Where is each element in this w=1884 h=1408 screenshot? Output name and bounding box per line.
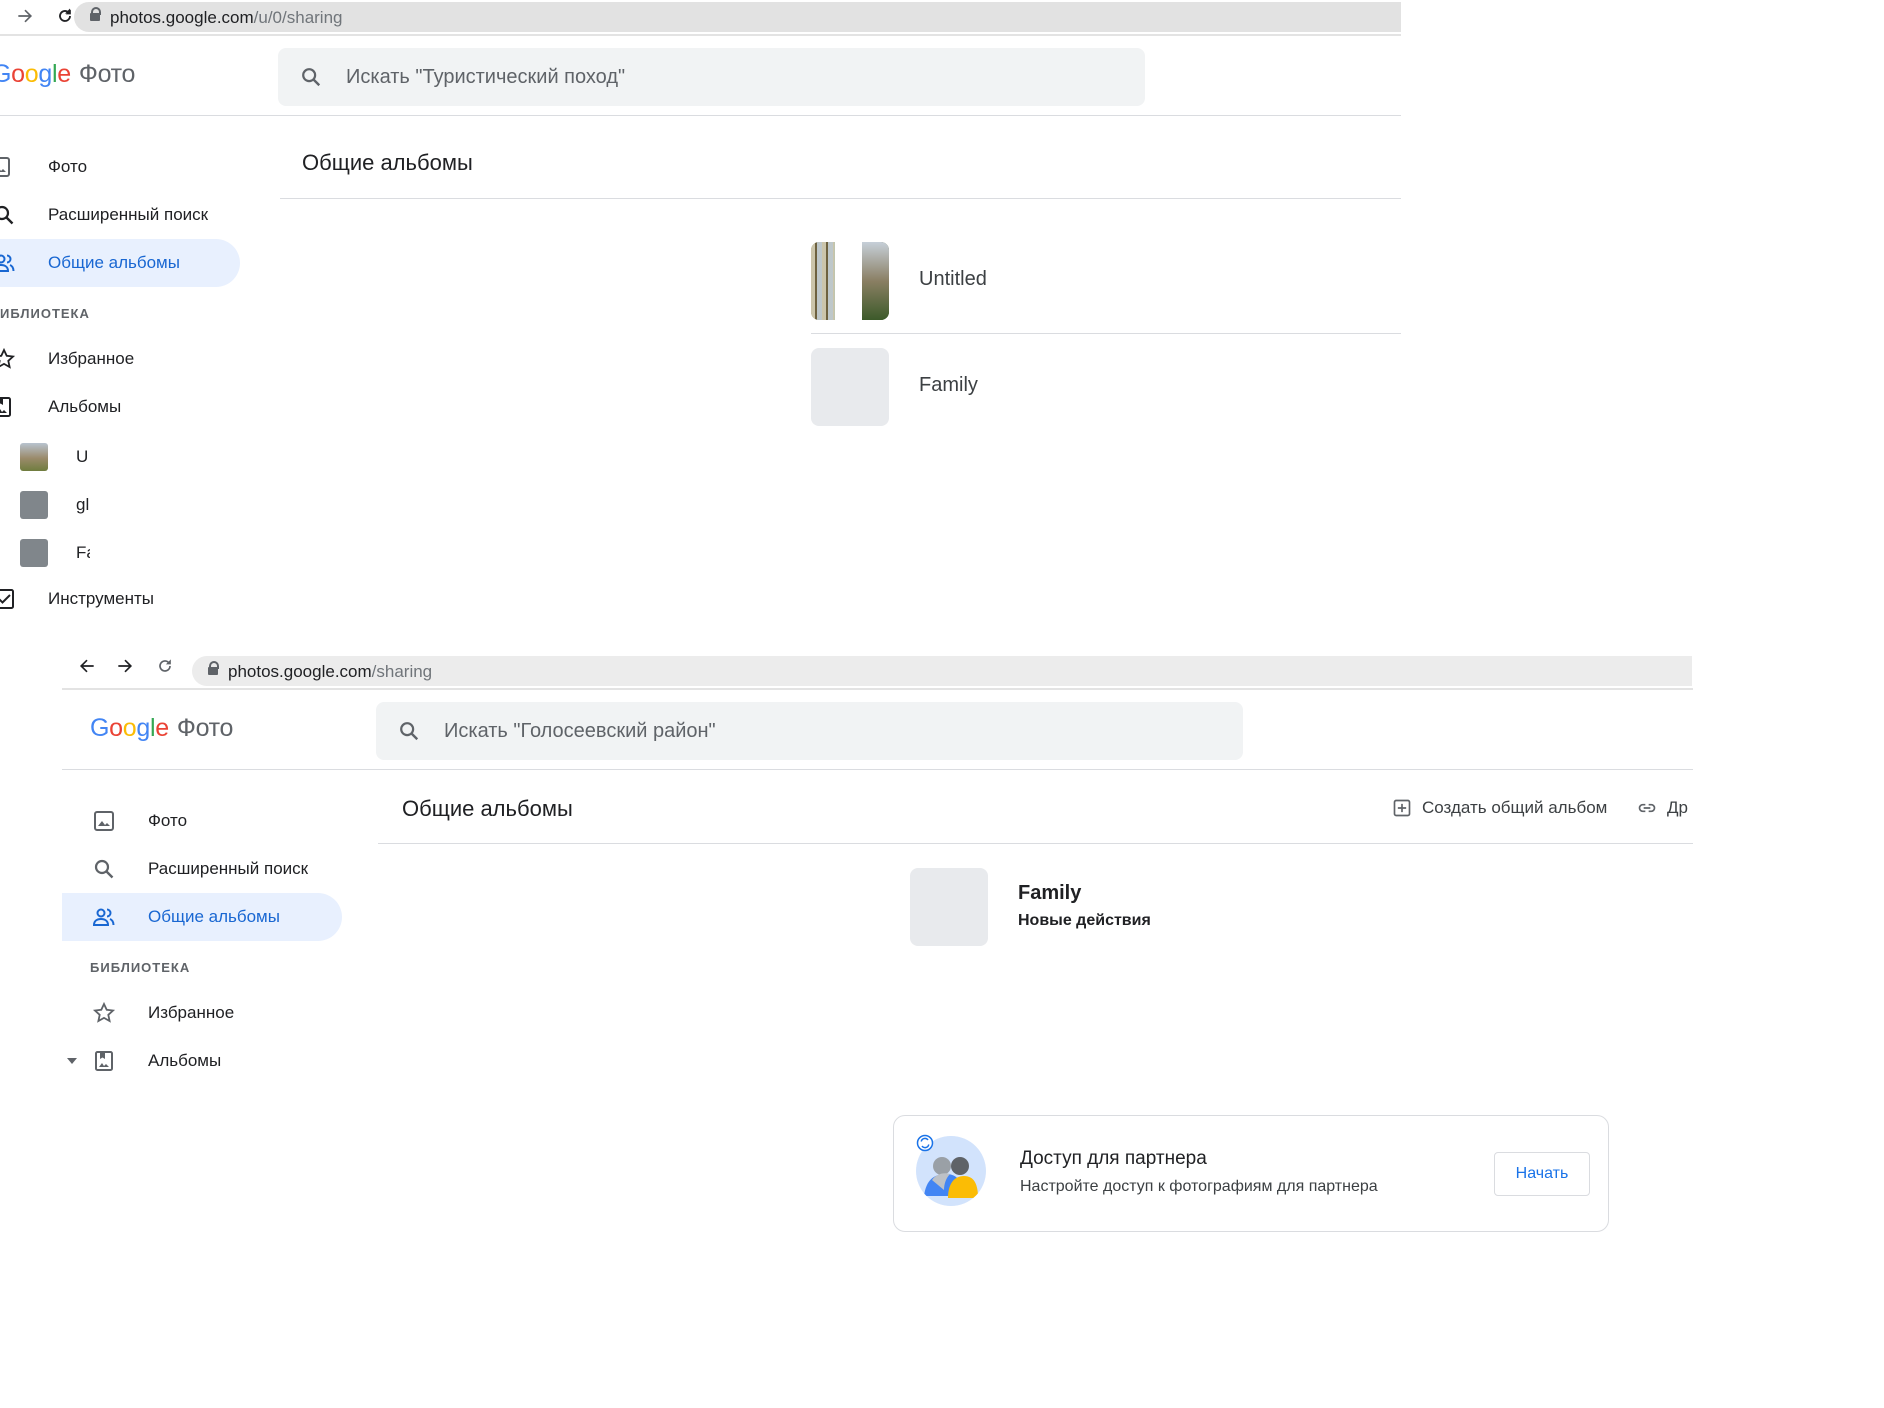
divider [378,843,1693,844]
search-input[interactable] [444,702,1144,760]
create-shared-album-button[interactable]: Создать общий альбом [1392,798,1607,818]
action-label: Др [1667,798,1688,817]
album-icon [0,397,11,417]
search-icon [94,859,114,879]
album-thumbnail [910,868,988,946]
browser-toolbar: photos.google.com/sharing [62,650,1693,690]
album-row[interactable]: Family Новые действия [910,868,1410,976]
page-title: Общие альбомы [402,796,573,821]
album-thumbnail [811,348,889,426]
app-header: Google Фото [0,36,1401,116]
sidebar-item-label: Инструменты [48,589,155,608]
sidebar-item-photos[interactable]: Фото [0,143,240,191]
back-icon[interactable] [74,656,100,682]
star-icon [92,1001,116,1023]
sidebar-item-label: Избранное [148,1003,235,1022]
library-section-label: БИБЛИОТЕКА [90,960,191,975]
expand-arrow-icon[interactable] [66,1055,78,1067]
address-bar[interactable]: photos.google.com/sharing [192,656,1692,686]
sidebar-item-photos[interactable]: Фото [62,797,342,845]
forward-icon[interactable] [112,656,138,682]
sidebar-item-label: Фото [148,811,188,830]
sidebar-item-label: Избранное [48,349,135,368]
sidebar-item-label: Расширенный поиск [48,205,209,224]
album-row[interactable]: Untitled [811,220,1401,328]
sidebar-item-label: Фото [48,157,88,176]
sidebar-item-label: Общие альбомы [148,907,280,926]
sidebar-item-albums[interactable]: Альбомы [0,383,240,431]
photo-icon [94,811,114,831]
sidebar-sub-album[interactable]: U [20,437,100,477]
search-icon[interactable] [398,720,420,742]
sidebar-item-sharing[interactable]: Общие альбомы [62,893,342,941]
star-icon [0,347,16,369]
search-input[interactable] [346,48,1046,106]
sidebar-item-label: Альбомы [148,1051,222,1070]
album-thumbnail [20,443,48,471]
browser-toolbar: photos.google.com/u/0/sharing [0,0,1401,36]
album-title: Family [919,374,978,396]
sub-album-label: U [76,447,89,466]
forward-icon[interactable] [12,6,38,32]
sidebar-item-albums[interactable]: Альбомы [62,1037,342,1085]
sharing-icon [0,254,15,272]
sidebar-item-label: Общие альбомы [48,253,180,272]
partner-card-title: Доступ для партнера [1020,1148,1207,1169]
sidebar-item-utilities[interactable]: Инструменты [0,575,240,623]
search-bar[interactable] [376,702,1243,760]
search-icon [0,205,14,225]
sidebar-item-label: Альбомы [48,397,122,416]
address-bar[interactable]: photos.google.com/u/0/sharing [74,2,1401,32]
sidebar-item-explore[interactable]: Расширенный поиск [0,191,240,239]
reload-icon[interactable] [152,656,178,682]
album-icon [95,1051,113,1071]
photo-icon [0,157,10,177]
partner-sharing-card: Доступ для партнера Настройте доступ к ф… [893,1115,1609,1232]
app-header: Google Фото [62,690,1693,770]
sub-album-label: gl [76,495,90,514]
sidebar-item-label: Расширенный поиск [148,859,309,878]
library-section-label: ИБЛИОТЕКА [0,306,90,321]
start-partner-sharing-button[interactable]: Начать [1494,1152,1590,1196]
link-icon [1638,803,1656,813]
sub-album-label: Fa [76,543,90,562]
page-title: Общие альбомы [302,150,473,175]
search-bar[interactable] [278,48,1145,106]
album-thumbnail [20,539,48,567]
google-photos-logo[interactable]: Google Фото [0,60,135,89]
sidebar-item-explore[interactable]: Расширенный поиск [62,845,342,893]
url-text: photos.google.com/sharing [228,662,433,681]
add-box-icon [1393,799,1411,817]
album-thumbnail [811,242,889,320]
sharing-icon [92,908,115,926]
search-icon[interactable] [300,66,322,88]
album-subtitle: Новые действия [1018,912,1151,929]
shared-links-button[interactable]: Др [1637,798,1688,818]
url-text: photos.google.com/u/0/sharing [110,8,343,27]
checkbox-icon [0,589,14,609]
sidebar-item-favorites[interactable]: Избранное [0,335,240,383]
album-title: Family [1018,882,1082,904]
sidebar-sub-album[interactable]: gl [20,485,100,525]
sidebar-item-sharing[interactable]: Общие альбомы [0,239,240,287]
album-thumbnail [20,491,48,519]
lock-icon [208,661,219,677]
album-row[interactable]: Family [811,326,1401,434]
album-title: Untitled [919,268,987,290]
screenshot-1: photos.google.com/u/0/sharing Google Фото… [0,0,1401,648]
lock-icon [90,7,101,23]
google-photos-logo[interactable]: Google Фото [90,714,233,743]
divider [280,198,1401,199]
screenshot-2: photos.google.com/sharing GoogleФото Фот… [62,650,1693,1250]
sidebar-sub-album[interactable]: Fa [20,533,100,573]
partner-card-description: Настройте доступ к фотографиям для партн… [1020,1178,1378,1195]
action-label: Создать общий альбом [1422,798,1608,817]
sidebar-item-favorites[interactable]: Избранное [62,989,342,1037]
sync-icon [916,1134,934,1152]
